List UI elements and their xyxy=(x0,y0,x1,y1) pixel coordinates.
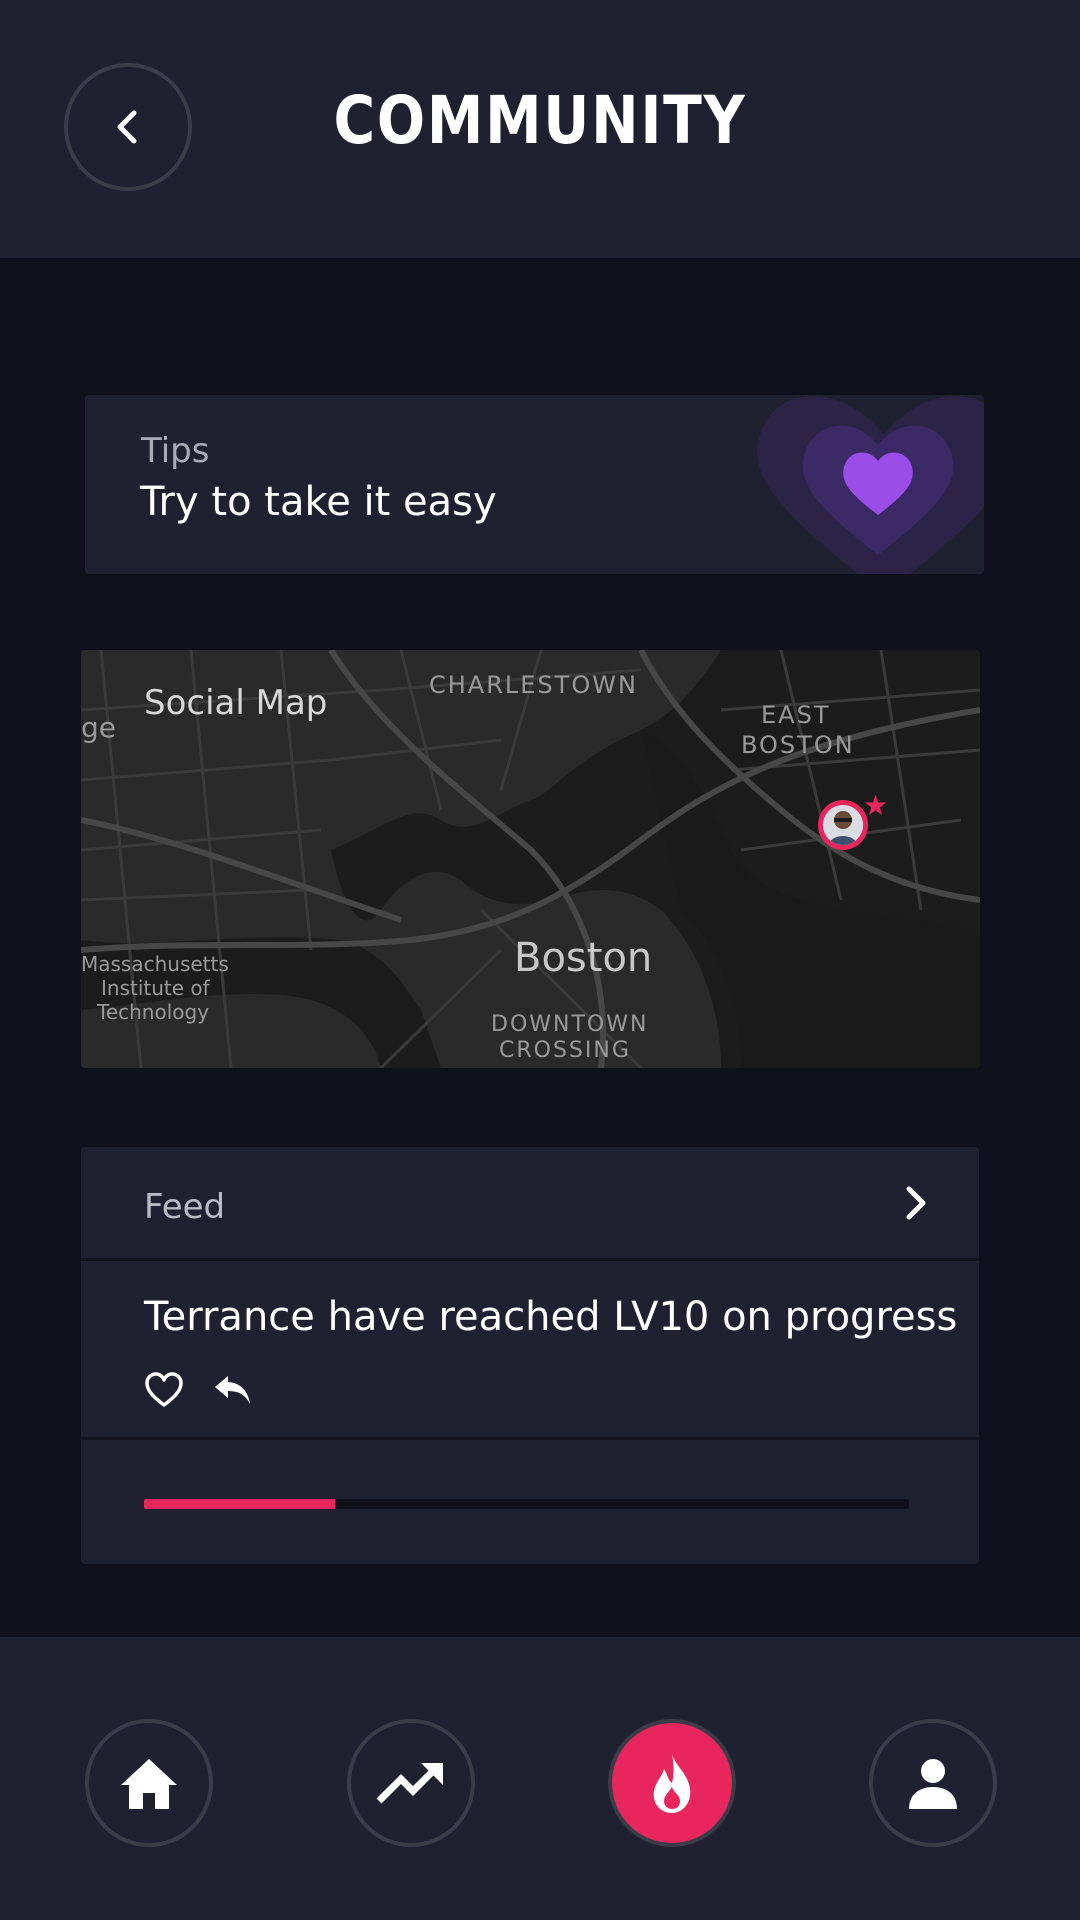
map-label-downtown: DOWNTOWN xyxy=(491,1012,649,1037)
app-header: COMMUNITY xyxy=(0,0,1080,258)
user-avatar-icon[interactable] xyxy=(818,800,868,850)
tips-text: Try to take it easy xyxy=(140,479,497,525)
map-label-crossing: CROSSING xyxy=(499,1038,631,1063)
map-label-mit-3: Technology xyxy=(97,1000,210,1024)
progress-bar xyxy=(144,1499,909,1509)
page-title: COMMUNITY xyxy=(333,82,747,159)
social-map-card[interactable]: Social Map CHARLESTOWN EAST BOSTON Bosto… xyxy=(81,650,980,1068)
tips-card[interactable]: Tips Try to take it easy xyxy=(85,395,984,574)
feed-card: Feed Terrance have reached LV10 on progr… xyxy=(81,1147,979,1564)
feed-label: Feed xyxy=(144,1187,226,1227)
heart-outline-icon[interactable] xyxy=(144,1370,184,1410)
map-label-east: EAST xyxy=(761,701,831,729)
nav-home-button[interactable] xyxy=(85,1719,213,1847)
feed-item-text: Terrance have reached LV10 on progress xyxy=(144,1294,958,1340)
star-icon: ★ xyxy=(863,789,889,822)
nav-trends-button[interactable] xyxy=(347,1719,475,1847)
map-label-charlestown: CHARLESTOWN xyxy=(429,671,638,699)
map-label-east-boston: BOSTON xyxy=(741,731,855,759)
bottom-navigation xyxy=(0,1637,1080,1920)
tips-label: Tips xyxy=(141,431,210,471)
map-label-edge: ge xyxy=(81,711,116,744)
map-label-mit-2: Institute of xyxy=(101,976,210,1000)
tips-heart-decoration xyxy=(744,395,984,574)
map-label-mit-1: Massachusetts xyxy=(81,952,229,976)
reply-icon[interactable] xyxy=(212,1370,252,1410)
progress-bar-fill xyxy=(144,1499,336,1509)
chevron-right-icon xyxy=(906,1186,926,1220)
map-label-boston: Boston xyxy=(514,935,653,981)
nav-profile-button[interactable] xyxy=(869,1719,997,1847)
nav-community-button[interactable] xyxy=(608,1719,736,1847)
social-map-title: Social Map xyxy=(144,683,328,723)
trending-up-icon xyxy=(376,1763,443,1804)
feed-item: Terrance have reached LV10 on progress xyxy=(81,1262,979,1440)
user-icon xyxy=(909,1759,957,1809)
feed-header[interactable]: Feed xyxy=(81,1147,979,1261)
flame-icon xyxy=(653,1753,691,1813)
home-icon xyxy=(121,1759,177,1809)
